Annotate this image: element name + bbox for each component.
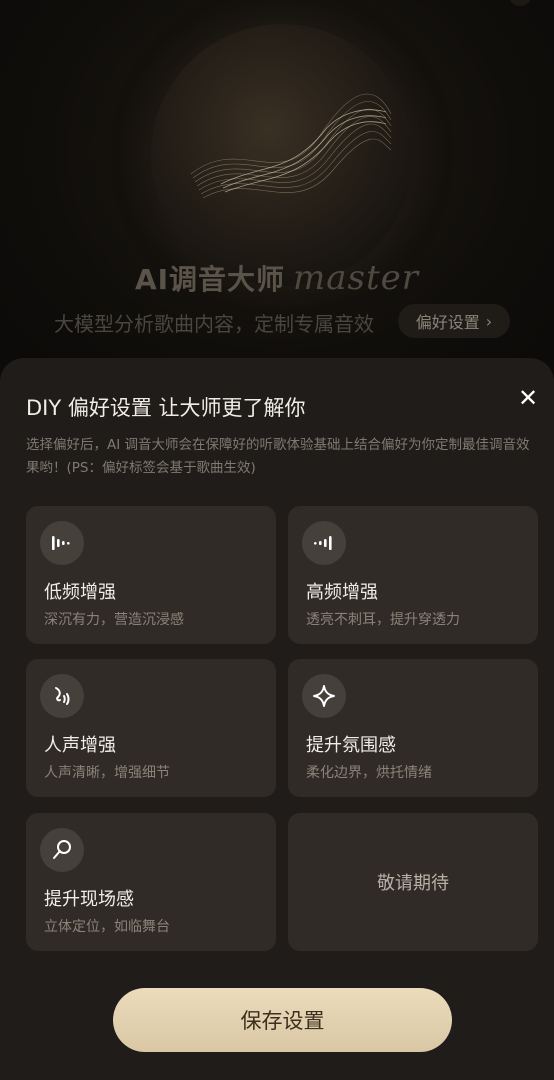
hero-title-cn: AI调音大师 [134, 263, 286, 296]
option-name: 人声增强 [44, 735, 116, 756]
hero-title: AI调音大师 master [0, 258, 554, 298]
close-button[interactable]: ✕ [510, 380, 546, 416]
option-card-atmosphere[interactable]: 提升氛围感 柔化边界，烘托情绪 [288, 659, 538, 797]
high-frequency-icon [302, 521, 346, 565]
save-settings-label: 保存设置 [240, 1009, 325, 1033]
ai-orb-visual [151, 24, 413, 286]
voice-icon [40, 674, 84, 718]
app-screen: AI调音大师 master 大模型分析歌曲内容，定制专属音效 偏好设置 › DIY… [0, 0, 554, 1080]
hero-subtitle: 大模型分析歌曲内容，定制专属音效 [54, 312, 374, 336]
low-frequency-icon [40, 521, 84, 565]
coming-soon-card: 敬请期待 [288, 813, 538, 951]
option-desc: 人声清晰，增强细节 [44, 765, 170, 781]
sparkle-icon [302, 674, 346, 718]
top-corner-icon [508, 0, 532, 6]
preference-settings-button[interactable]: 偏好设置 › [398, 304, 510, 338]
option-name: 提升氛围感 [306, 735, 396, 756]
hero-title-en: master [293, 258, 420, 298]
close-icon: ✕ [517, 384, 539, 412]
option-name: 低频增强 [44, 582, 116, 603]
chevron-right-icon: › [485, 311, 493, 331]
sheet-description: 选择偏好后，AI 调音大师会在保障好的听歌体验基础上结合偏好为你定制最佳调音效果… [26, 437, 530, 476]
sheet-title: DIY 偏好设置 让大师更了解你 [26, 396, 306, 420]
option-card-high-frequency[interactable]: 高频增强 透亮不刺耳，提升穿透力 [288, 506, 538, 644]
option-desc: 柔化边界，烘托情绪 [306, 765, 432, 781]
option-desc: 透亮不刺耳，提升穿透力 [306, 612, 460, 628]
option-desc: 深沉有力，营造沉浸感 [44, 612, 184, 628]
coming-soon-label: 敬请期待 [377, 873, 449, 894]
waveform-graphic [190, 93, 392, 199]
preference-settings-label: 偏好设置 [415, 313, 480, 332]
option-name: 高频增强 [306, 582, 378, 603]
preference-bottom-sheet: DIY 偏好设置 让大师更了解你 ✕ 选择偏好后，AI 调音大师会在保障好的听歌… [0, 358, 554, 1080]
option-card-low-frequency[interactable]: 低频增强 深沉有力，营造沉浸感 [26, 506, 276, 644]
save-settings-button[interactable]: 保存设置 [113, 988, 452, 1052]
option-card-live-presence[interactable]: 提升现场感 立体定位，如临舞台 [26, 813, 276, 951]
option-desc: 立体定位，如临舞台 [44, 919, 170, 935]
option-name: 提升现场感 [44, 889, 134, 910]
option-card-voice[interactable]: 人声增强 人声清晰，增强细节 [26, 659, 276, 797]
microphone-icon [40, 828, 84, 872]
